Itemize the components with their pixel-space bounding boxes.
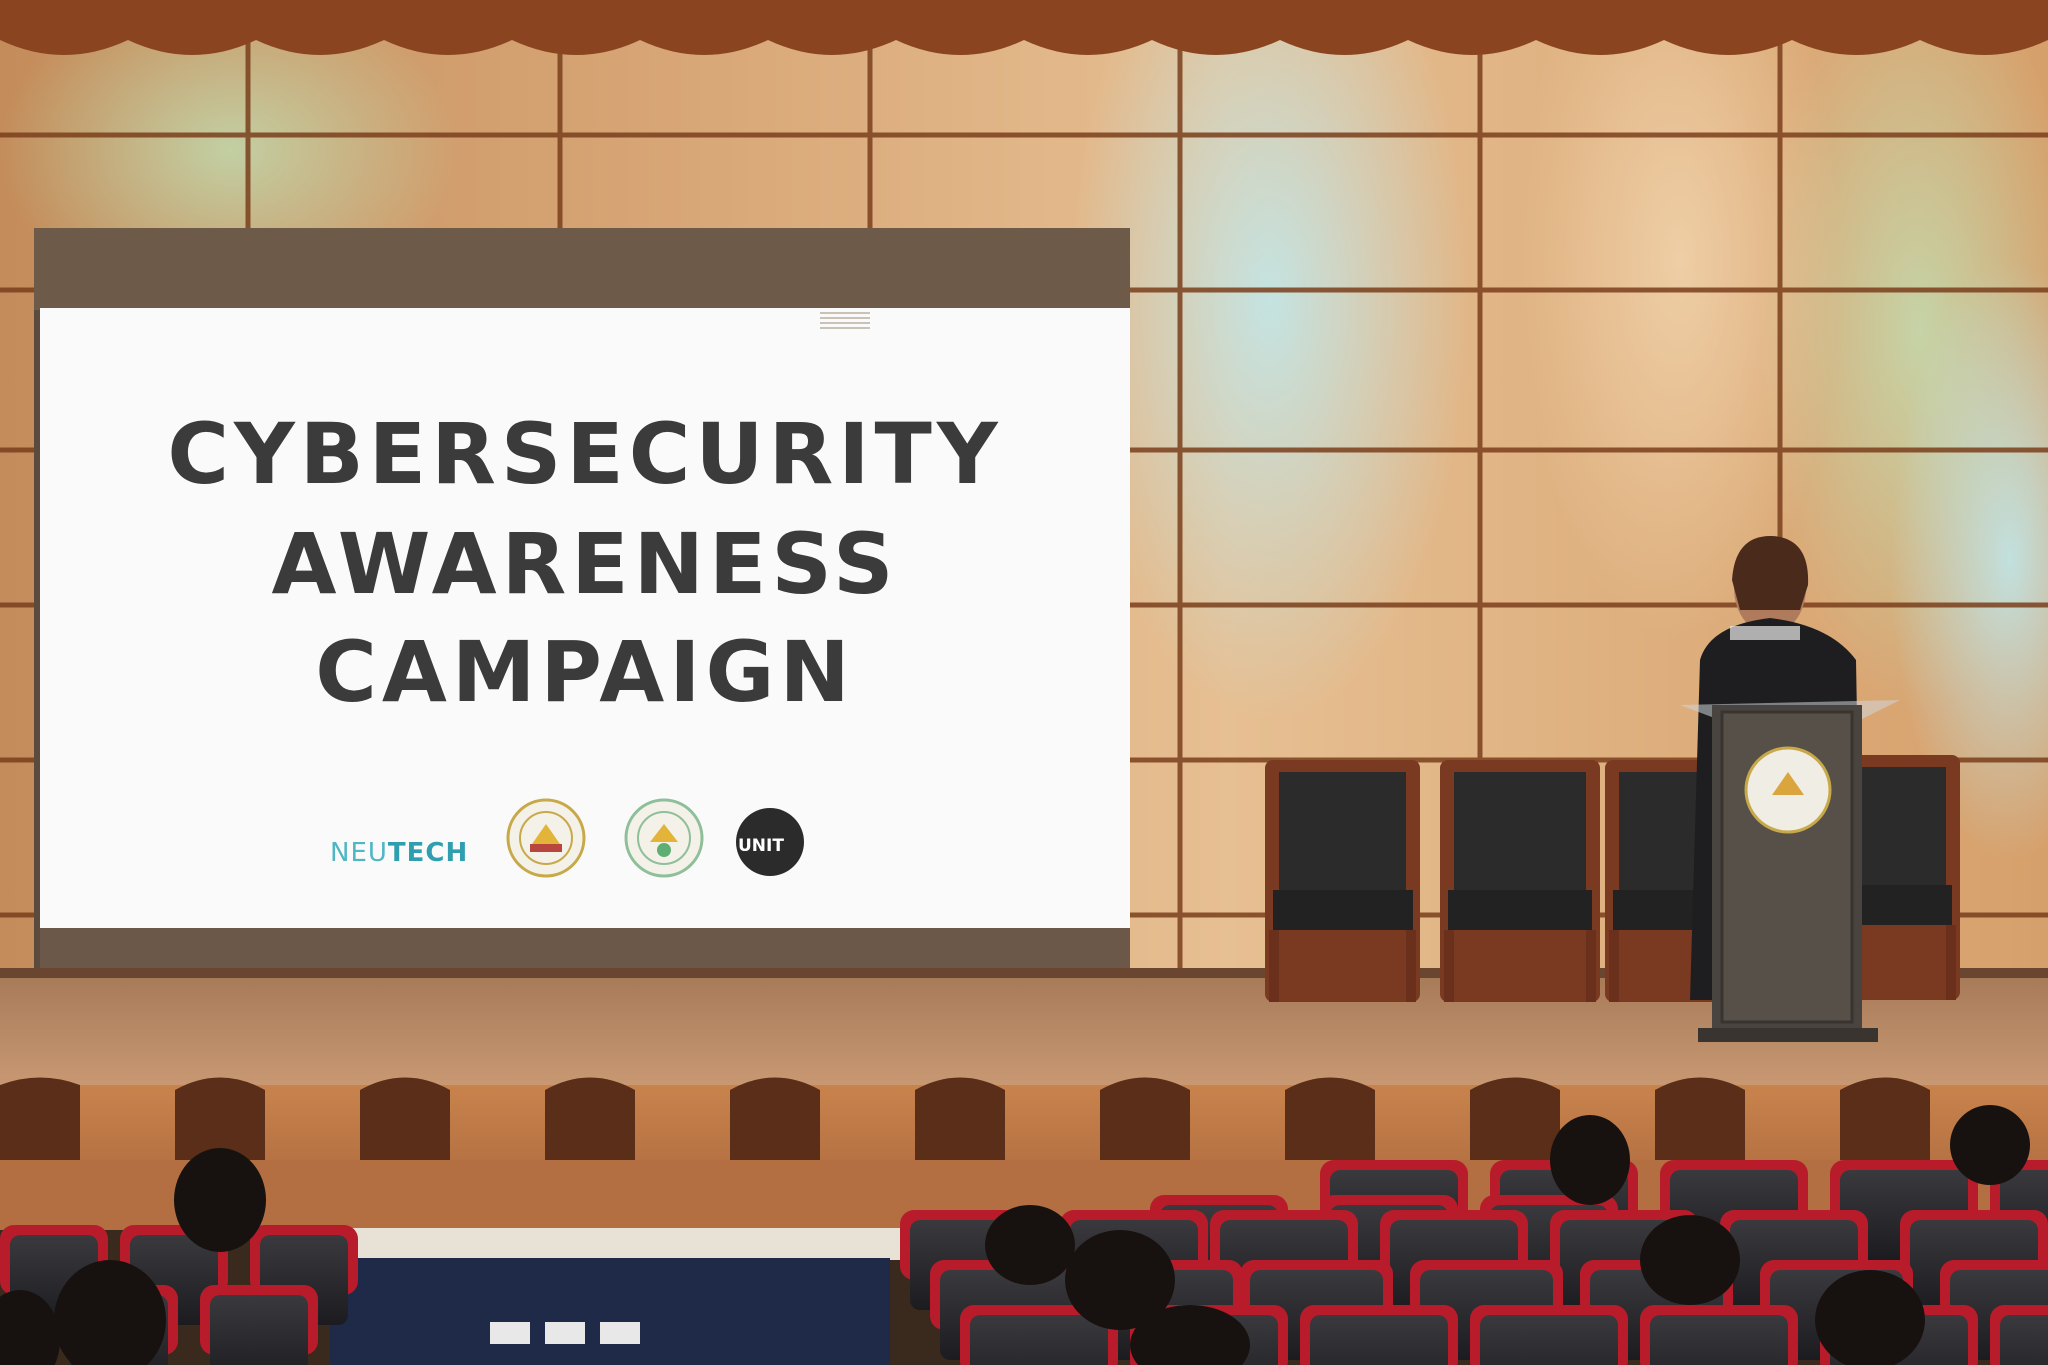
projection-screen	[34, 228, 1130, 1016]
slide-title-line-1: CYBERSECURITY	[167, 405, 1003, 503]
seat-cushion	[1310, 1315, 1448, 1365]
university-seal-icon	[506, 798, 586, 878]
front-table	[310, 1228, 900, 1365]
neutech-logo-light: NEU	[330, 838, 388, 868]
slide-title-line-3: CAMPAIGN	[315, 623, 855, 721]
college-seal-icon	[624, 798, 704, 878]
chair	[1440, 760, 1600, 1002]
seat-cushion	[970, 1315, 1108, 1365]
seat-cushion	[210, 1295, 308, 1365]
seat-cushion	[1480, 1315, 1618, 1365]
seat-cushion	[2000, 1315, 2048, 1365]
chair	[1265, 760, 1420, 1002]
neutech-logo-bold: TECH	[387, 838, 469, 868]
unit-logo-label: UNIT	[738, 836, 784, 856]
neutech-logo: NEUTECH	[330, 838, 468, 868]
seat-cushion	[1650, 1315, 1788, 1365]
slide-title-line-2: AWARENESS	[271, 515, 899, 613]
